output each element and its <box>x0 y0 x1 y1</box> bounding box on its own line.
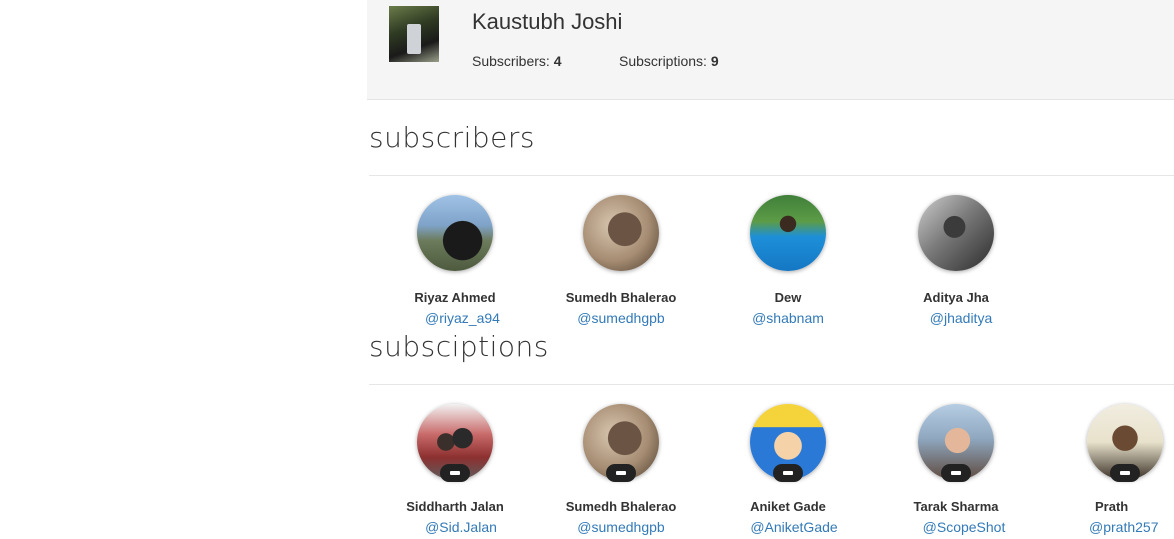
profile-avatar <box>389 6 439 62</box>
unsubscribe-button[interactable] <box>1110 464 1140 482</box>
user-name: Sumedh Bhalerao <box>565 290 677 305</box>
section-divider <box>369 175 1174 176</box>
subscription-card[interactable]: Sumedh Bhalerao @sumedhgpb <box>546 404 696 535</box>
subscription-card[interactable]: Tarak Sharma @ScopeShot <box>881 404 1031 535</box>
subscriptions-stat-label: Subscriptions: <box>619 53 707 69</box>
avatar[interactable] <box>417 195 493 271</box>
subscription-card[interactable]: Aniket Gade @AniketGade <box>713 404 863 535</box>
profile-page: Kaustubh Joshi Subscribers: 4 Subscripti… <box>0 0 1174 539</box>
subscriber-card[interactable]: Sumedh Bhalerao @sumedhgpb <box>546 195 696 326</box>
unsubscribe-button[interactable] <box>773 464 803 482</box>
user-handle-link[interactable]: @sumedhgpb <box>546 519 696 535</box>
user-name: Sumedh Bhalerao <box>565 499 677 514</box>
subscribers-section-title: subscribers <box>369 121 535 154</box>
user-handle-link[interactable]: @shabnam <box>713 310 863 326</box>
user-name: Prath <box>1095 499 1129 514</box>
user-handle-link[interactable]: @jhaditya <box>881 310 1031 326</box>
user-handle-link[interactable]: @prath257 <box>1049 519 1174 535</box>
subscription-card[interactable]: Prath @prath257 <box>1049 404 1174 535</box>
subscribers-stat-count: 4 <box>553 53 562 69</box>
avatar[interactable] <box>583 195 659 271</box>
user-name: Aniket Gade <box>750 499 826 514</box>
unsubscribe-button[interactable] <box>941 464 971 482</box>
user-name: Riyaz Ahmed <box>414 290 496 305</box>
subscription-card[interactable]: Siddharth Jalan @Sid.Jalan <box>380 404 530 535</box>
subscriptions-stat-count: 9 <box>710 53 719 69</box>
user-handle-link[interactable]: @Sid.Jalan <box>380 519 530 535</box>
user-name: Tarak Sharma <box>913 499 999 514</box>
user-name: Siddharth Jalan <box>406 499 504 514</box>
subscriber-card[interactable]: Aditya Jha @jhaditya <box>881 195 1031 326</box>
avatar[interactable] <box>918 195 994 271</box>
user-handle-link[interactable]: @AniketGade <box>713 519 863 535</box>
avatar[interactable] <box>750 195 826 271</box>
unsubscribe-button[interactable] <box>440 464 470 482</box>
user-name: Dew <box>774 290 802 305</box>
subscribers-stat: Subscribers: 4 <box>472 53 562 69</box>
profile-name: Kaustubh Joshi <box>472 9 623 34</box>
user-handle-link[interactable]: @riyaz_a94 <box>380 310 530 326</box>
subscriptions-stat: Subscriptions: 9 <box>619 53 719 69</box>
profile-header: Kaustubh Joshi Subscribers: 4 Subscripti… <box>367 0 1174 100</box>
subscriber-card[interactable]: Riyaz Ahmed @riyaz_a94 <box>380 195 530 326</box>
user-handle-link[interactable]: @sumedhgpb <box>546 310 696 326</box>
subscriber-card[interactable]: Dew @shabnam <box>713 195 863 326</box>
subscribers-stat-label: Subscribers: <box>472 53 550 69</box>
unsubscribe-button[interactable] <box>606 464 636 482</box>
user-handle-link[interactable]: @ScopeShot <box>881 519 1031 535</box>
subscriptions-section-title: subsciptions <box>369 330 549 363</box>
section-divider <box>369 384 1174 385</box>
user-name: Aditya Jha <box>923 290 989 305</box>
